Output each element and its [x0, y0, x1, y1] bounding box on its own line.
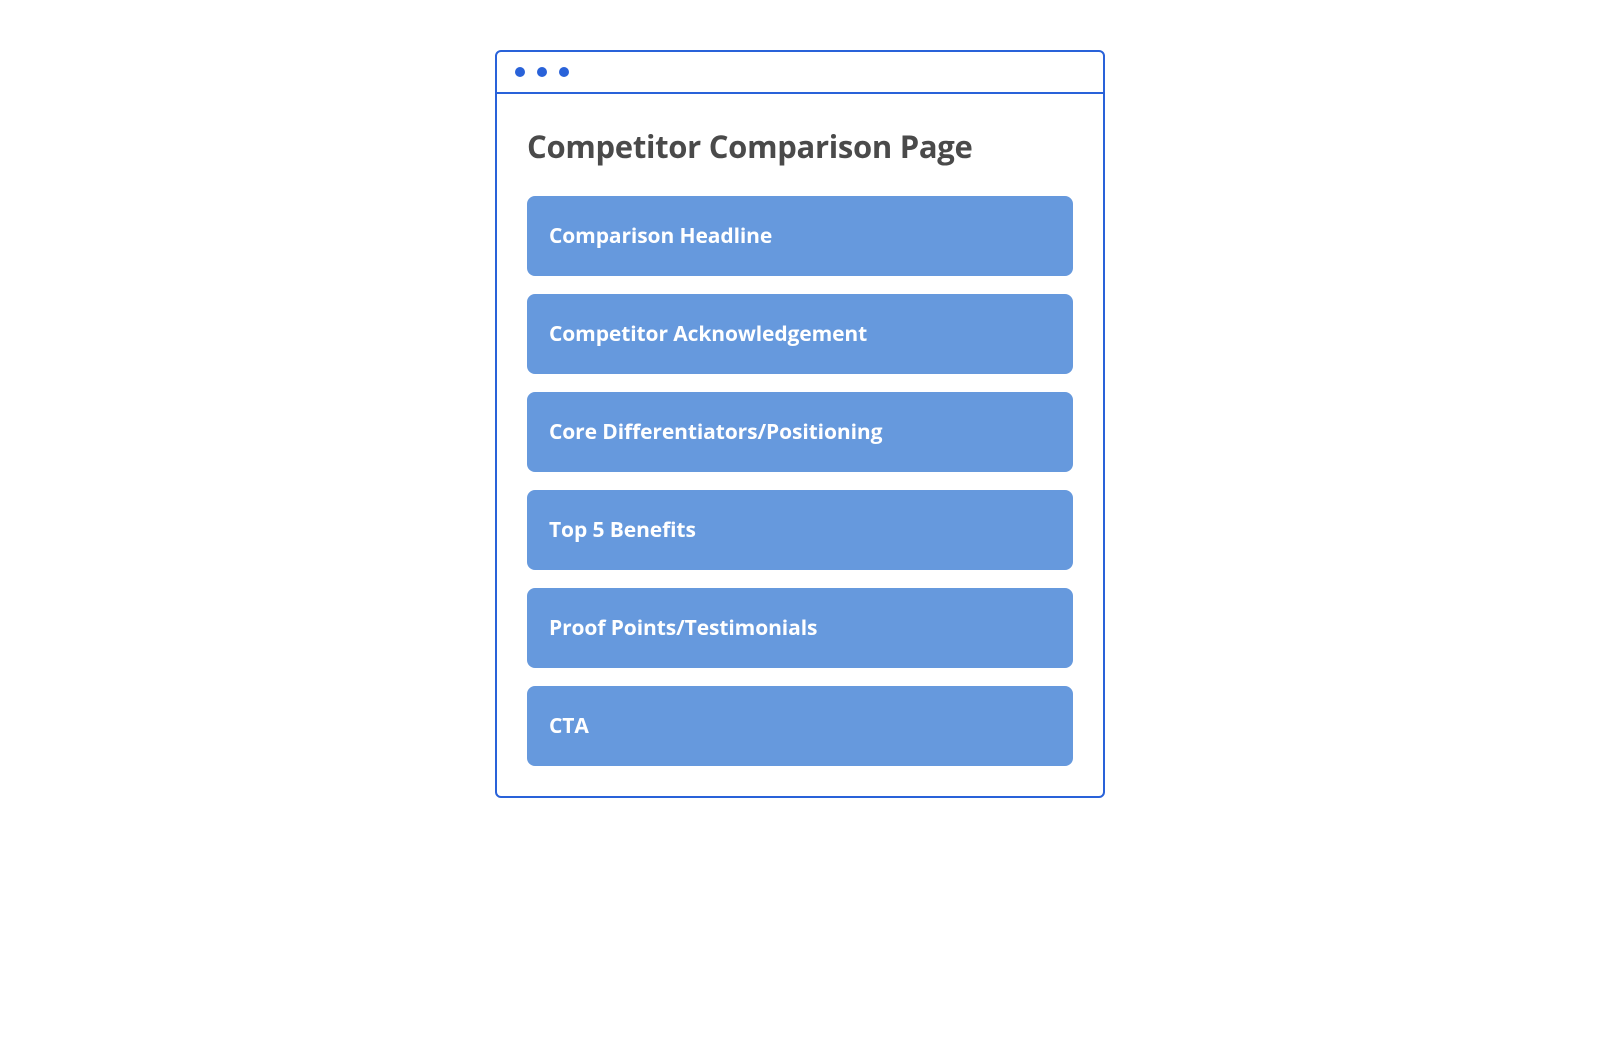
- traffic-light-dot-icon: [515, 67, 525, 77]
- section-core-differentiators: Core Differentiators/Positioning: [527, 392, 1073, 472]
- section-comparison-headline: Comparison Headline: [527, 196, 1073, 276]
- browser-window-wireframe: Competitor Comparison Page Comparison He…: [495, 50, 1105, 798]
- browser-titlebar: [497, 52, 1103, 94]
- section-list: Comparison Headline Competitor Acknowled…: [527, 196, 1073, 766]
- traffic-light-dot-icon: [559, 67, 569, 77]
- section-competitor-acknowledgement: Competitor Acknowledgement: [527, 294, 1073, 374]
- browser-content: Competitor Comparison Page Comparison He…: [497, 94, 1103, 796]
- traffic-light-dot-icon: [537, 67, 547, 77]
- section-proof-points: Proof Points/Testimonials: [527, 588, 1073, 668]
- section-top-5-benefits: Top 5 Benefits: [527, 490, 1073, 570]
- page-title: Competitor Comparison Page: [527, 126, 1073, 168]
- section-cta: CTA: [527, 686, 1073, 766]
